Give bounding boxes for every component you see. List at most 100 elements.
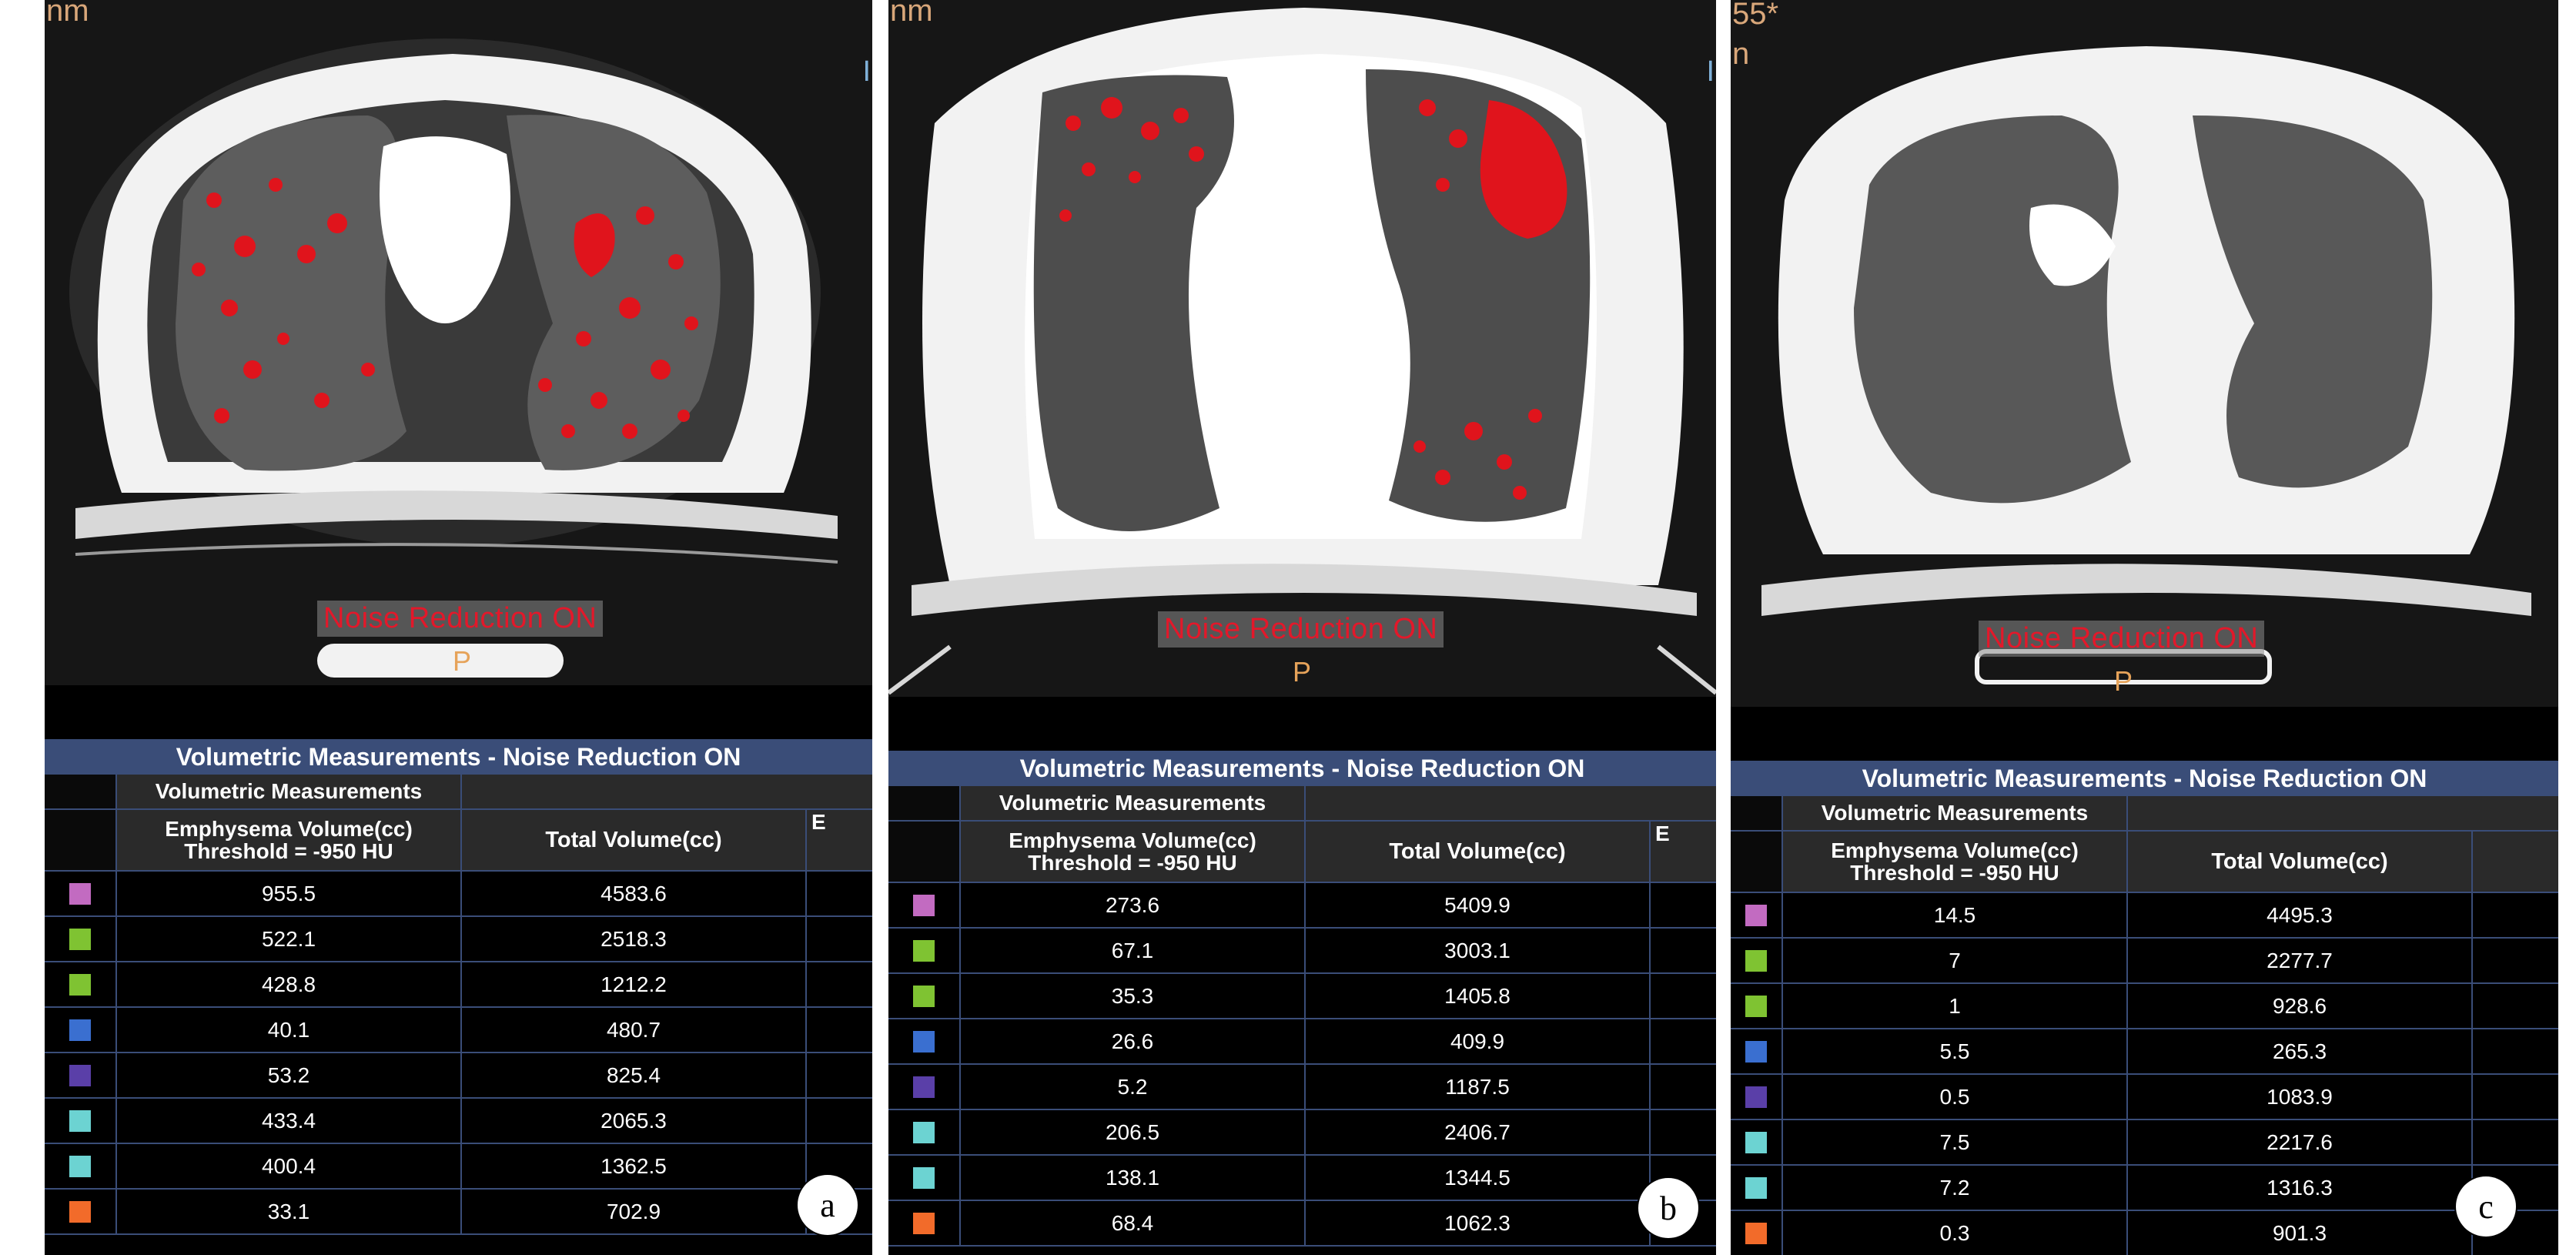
total-volume-cell: 480.7 <box>462 1008 807 1052</box>
emphysema-volume-cell: 1 <box>1783 984 2128 1028</box>
emphysema-volume-cell: 5.2 <box>961 1065 1306 1109</box>
total-volume-cell: 4495.3 <box>2128 893 2473 937</box>
color-swatch <box>69 1109 91 1132</box>
total-volume-cell: 1062.3 <box>1306 1201 1651 1245</box>
noise-reduction-label: Noise Reduction ON <box>317 601 604 637</box>
table-column-headers: Emphysema Volume(cc) Threshold = -950 HU… <box>1731 832 2558 893</box>
emphysema-volume-cell: 7.2 <box>1783 1166 2128 1210</box>
corner-text: nm <box>46 0 89 28</box>
col-emphysema-header: Emphysema Volume(cc) Threshold = -950 HU <box>117 810 462 870</box>
table-row: 33.1 702.9 <box>45 1190 872 1235</box>
ct-image-c: 55* n Noise Reduction ON P <box>1731 0 2558 707</box>
emphysema-volume-cell: 40.1 <box>117 1008 462 1052</box>
table-row: 7 2277.7 <box>1731 939 2558 984</box>
col-clipped-header: E <box>1655 822 1670 845</box>
color-swatch <box>913 939 935 962</box>
emphysema-volume-cell: 273.6 <box>961 883 1306 927</box>
total-volume-cell: 5409.9 <box>1306 883 1651 927</box>
table-row: 400.4 1362.5 <box>45 1144 872 1190</box>
table-row: 7.2 1316.3 <box>1731 1166 2558 1211</box>
table-row: 5.5 265.3 <box>1731 1029 2558 1075</box>
total-volume-cell: 2217.6 <box>2128 1120 2473 1164</box>
color-swatch <box>69 1019 91 1041</box>
table-row: 955.5 4583.6 <box>45 872 872 917</box>
emphysema-volume-cell: 428.8 <box>117 962 462 1006</box>
table-group-header: Volumetric Measurements <box>45 775 872 810</box>
color-swatch <box>1745 1040 1767 1063</box>
color-swatch-cell <box>45 1144 117 1188</box>
volumetric-table-c: Volumetric Measurements - Noise Reductio… <box>1731 761 2558 1255</box>
color-swatch-cell <box>1731 984 1783 1028</box>
col-emphysema-header: Emphysema Volume(cc) Threshold = -950 HU <box>961 822 1306 882</box>
table-group-header: Volumetric Measurements <box>888 786 1716 822</box>
color-swatch-cell <box>45 1053 117 1097</box>
color-swatch-cell <box>45 917 117 961</box>
total-volume-cell: 4583.6 <box>462 872 807 915</box>
total-volume-cell: 1362.5 <box>462 1144 807 1188</box>
panel-label-badge: b <box>1638 1178 1698 1238</box>
color-swatch-cell <box>888 974 961 1018</box>
total-volume-cell: 1212.2 <box>462 962 807 1006</box>
emphysema-volume-cell: 35.3 <box>961 974 1306 1018</box>
color-swatch-cell <box>888 883 961 927</box>
table-row: 7.5 2217.6 <box>1731 1120 2558 1166</box>
color-swatch-cell <box>1731 1075 1783 1119</box>
color-swatch-cell <box>45 962 117 1006</box>
table-row: 53.2 825.4 <box>45 1053 872 1099</box>
corner-text: 55* n <box>1732 0 1779 71</box>
table-row: 428.8 1212.2 <box>45 962 872 1008</box>
ct-scan-b-graphic <box>888 0 1716 697</box>
color-swatch <box>1745 1176 1767 1199</box>
total-volume-cell: 265.3 <box>2128 1029 2473 1073</box>
table-row: 433.4 2065.3 <box>45 1099 872 1144</box>
color-swatch <box>913 894 935 916</box>
group-header-label: Volumetric Measurements <box>961 786 1306 820</box>
col-total-header: Total Volume(cc) <box>462 810 807 870</box>
table-row: 1 928.6 <box>1731 984 2558 1029</box>
table-row: 35.3 1405.8 <box>888 974 1716 1019</box>
emphysema-volume-cell: 7.5 <box>1783 1120 2128 1164</box>
table-row: 0.5 1083.9 <box>1731 1075 2558 1120</box>
emphysema-volume-cell: 14.5 <box>1783 893 2128 937</box>
color-swatch <box>1745 1131 1767 1153</box>
table-rows: 273.6 5409.9 67.1 3003.1 35.3 1405.8 26.6 409.9… <box>888 883 1716 1247</box>
table-row: 67.1 3003.1 <box>888 929 1716 974</box>
color-swatch-cell <box>1731 893 1783 937</box>
color-swatch-cell <box>1731 1166 1783 1210</box>
emphysema-volume-cell: 522.1 <box>117 917 462 961</box>
color-swatch <box>69 1064 91 1086</box>
emphysema-volume-cell: 433.4 <box>117 1099 462 1143</box>
panel-a: nm I Noise Reduction ON P Volumetric Mea… <box>45 0 872 1255</box>
color-swatch-cell <box>1731 939 1783 982</box>
posterior-marker: P <box>453 645 472 677</box>
total-volume-cell: 1316.3 <box>2128 1166 2473 1210</box>
color-swatch-cell <box>45 872 117 915</box>
total-volume-cell: 928.6 <box>2128 984 2473 1028</box>
total-volume-cell: 1187.5 <box>1306 1065 1651 1109</box>
total-volume-cell: 2065.3 <box>462 1099 807 1143</box>
total-volume-cell: 825.4 <box>462 1053 807 1097</box>
emphysema-volume-cell: 26.6 <box>961 1019 1306 1063</box>
table-row: 14.5 4495.3 <box>1731 893 2558 939</box>
posterior-marker: P <box>2114 665 2133 697</box>
emphysema-volume-cell: 0.3 <box>1783 1211 2128 1255</box>
side-text: I <box>1706 55 1715 88</box>
table-row: 273.6 5409.9 <box>888 883 1716 929</box>
table-row: 522.1 2518.3 <box>45 917 872 962</box>
emphysema-volume-cell: 33.1 <box>117 1190 462 1233</box>
color-swatch <box>69 1200 91 1223</box>
total-volume-cell: 1405.8 <box>1306 974 1651 1018</box>
emphysema-volume-cell: 206.5 <box>961 1110 1306 1154</box>
table-title: Volumetric Measurements - Noise Reductio… <box>1731 761 2558 796</box>
table-rows: 955.5 4583.6 522.1 2518.3 428.8 1212.2 40.1 480… <box>45 872 872 1235</box>
emphysema-volume-cell: 7 <box>1783 939 2128 982</box>
emphysema-volume-cell: 68.4 <box>961 1201 1306 1245</box>
table-rows: 14.5 4495.3 7 2277.7 1 928.6 5.5 265.3 0.5 1083.9… <box>1731 893 2558 1255</box>
volumetric-table-a: Volumetric Measurements - Noise Reductio… <box>45 739 872 1235</box>
color-swatch <box>1745 949 1767 972</box>
total-volume-cell: 702.9 <box>462 1190 807 1233</box>
table-group-header: Volumetric Measurements <box>1731 796 2558 832</box>
color-swatch-cell <box>45 1008 117 1052</box>
color-swatch <box>1745 1086 1767 1108</box>
col-total-header: Total Volume(cc) <box>2128 832 2473 892</box>
